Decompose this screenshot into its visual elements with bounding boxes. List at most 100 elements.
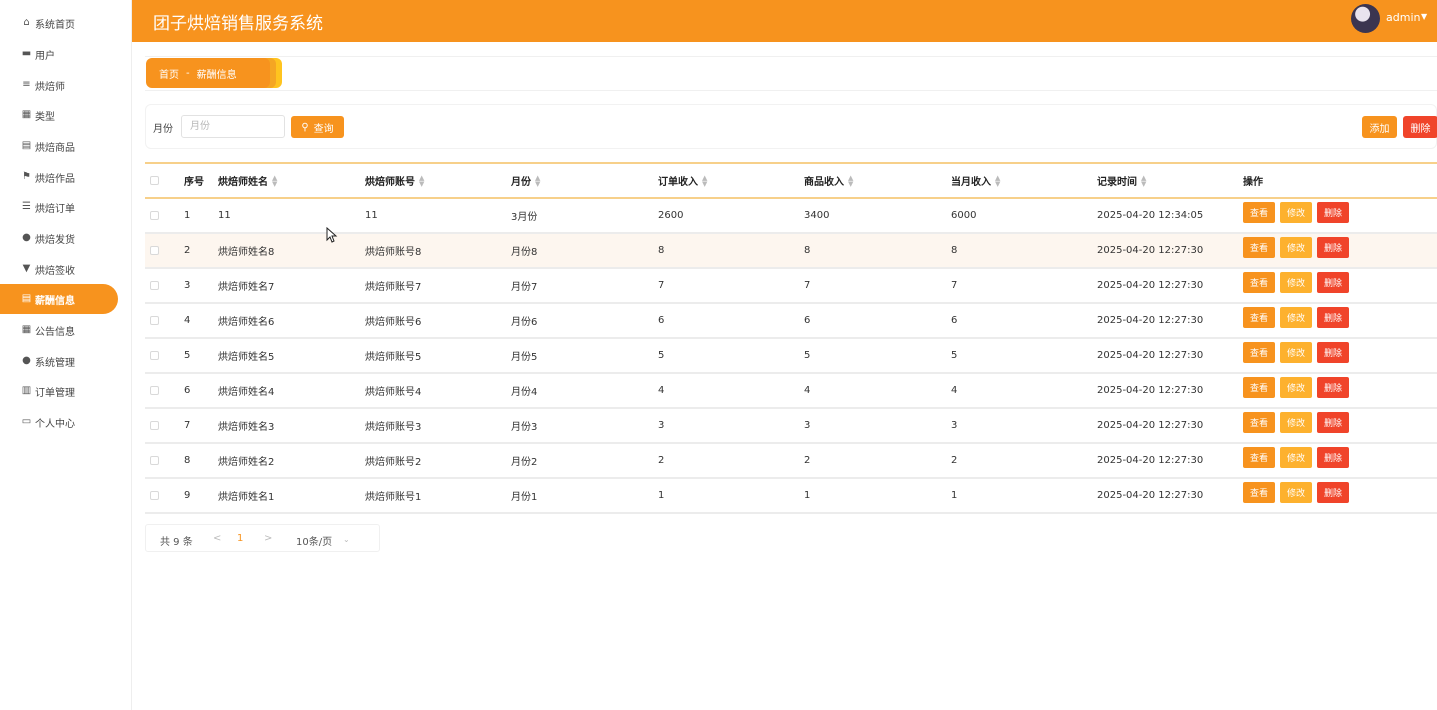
current-page[interactable]: 1 bbox=[237, 533, 243, 544]
view-button[interactable]: 查看 bbox=[1243, 377, 1275, 398]
row-checkbox[interactable] bbox=[150, 281, 159, 290]
next-page-button[interactable]: > bbox=[264, 533, 272, 544]
sidebar-item-5[interactable]: ⚑ 烘焙作品 bbox=[0, 162, 118, 192]
edit-button[interactable]: 修改 bbox=[1280, 377, 1312, 398]
table-cell: 2025-04-20 12:27:30 bbox=[1097, 315, 1204, 326]
row-checkbox[interactable] bbox=[150, 246, 159, 255]
row-checkbox[interactable] bbox=[150, 351, 159, 360]
select-all-checkbox[interactable] bbox=[150, 176, 159, 185]
breadcrumb-home[interactable]: 首页 bbox=[159, 66, 179, 81]
column-header[interactable]: 当月收入 ▲ ▼ bbox=[951, 164, 1000, 197]
table-cell: 月份3 bbox=[511, 422, 538, 433]
column-header[interactable]: 烘焙师姓名 ▲ ▼ bbox=[218, 164, 277, 197]
delete-button[interactable]: 删除 bbox=[1317, 342, 1349, 363]
table-cell: 5 bbox=[184, 350, 191, 361]
edit-button[interactable]: 修改 bbox=[1280, 202, 1312, 223]
sidebar-item-7[interactable]: ● 烘焙发货 bbox=[0, 223, 118, 253]
grid-icon: ▦ bbox=[21, 109, 32, 120]
add-button[interactable]: 添加 bbox=[1362, 116, 1397, 138]
table-row[interactable]: 8 烘焙师姓名2 烘焙师账号2 月份2 2 2 2 2025-04-20 12:27:30 查看… bbox=[145, 444, 1437, 479]
edit-button[interactable]: 修改 bbox=[1280, 237, 1312, 258]
table-row[interactable]: 4 烘焙师姓名6 烘焙师账号6 月份6 6 6 6 2025-04-20 12:27:30 查看… bbox=[145, 304, 1437, 339]
sort-icon[interactable]: ▲ ▼ bbox=[995, 174, 1000, 187]
sort-icon[interactable]: ▲ ▼ bbox=[535, 174, 540, 187]
sidebar-item-6[interactable]: ☰ 烘焙订单 bbox=[0, 192, 118, 222]
table-cell: 3 bbox=[951, 420, 958, 431]
sidebar-item-1[interactable]: ▬ 用户 bbox=[0, 39, 118, 69]
chevron-down-icon[interactable]: ▼ bbox=[1421, 12, 1427, 21]
row-checkbox[interactable] bbox=[150, 491, 159, 500]
column-header[interactable]: 记录时间 ▲ ▼ bbox=[1097, 164, 1146, 197]
view-button[interactable]: 查看 bbox=[1243, 342, 1275, 363]
column-header-label: 操作 bbox=[1243, 177, 1263, 188]
view-button[interactable]: 查看 bbox=[1243, 447, 1275, 468]
table-row[interactable]: 7 烘焙师姓名3 烘焙师账号3 月份3 3 3 3 2025-04-20 12:27:30 查看… bbox=[145, 409, 1437, 444]
user-name[interactable]: admin bbox=[1386, 11, 1420, 24]
row-checkbox[interactable] bbox=[150, 211, 159, 220]
edit-button[interactable]: 修改 bbox=[1280, 342, 1312, 363]
sort-icon[interactable]: ▲ ▼ bbox=[272, 174, 277, 187]
sidebar-item-8[interactable]: ▼ 烘焙签收 bbox=[0, 254, 118, 284]
sidebar-item-2[interactable]: ≡ 烘焙师 bbox=[0, 70, 118, 100]
edit-button[interactable]: 修改 bbox=[1280, 412, 1312, 433]
delete-button[interactable]: 删除 bbox=[1317, 412, 1349, 433]
table-row[interactable]: 2 烘焙师姓名8 烘焙师账号8 月份8 8 8 8 2025-04-20 12:27:30 查看… bbox=[145, 234, 1437, 269]
edit-button[interactable]: 修改 bbox=[1280, 307, 1312, 328]
avatar[interactable] bbox=[1351, 4, 1380, 33]
delete-button[interactable]: 删除 bbox=[1317, 482, 1349, 503]
sidebar-item-3[interactable]: ▦ 类型 bbox=[0, 100, 118, 130]
delete-button[interactable]: 删除 bbox=[1317, 307, 1349, 328]
sidebar-item-4[interactable]: ▤ 烘焙商品 bbox=[0, 131, 118, 161]
column-header[interactable]: 订单收入 ▲ ▼ bbox=[658, 164, 707, 197]
column-header-label: 记录时间 bbox=[1097, 177, 1137, 188]
view-button[interactable]: 查看 bbox=[1243, 202, 1275, 223]
view-button[interactable]: 查看 bbox=[1243, 412, 1275, 433]
table-row[interactable]: 5 烘焙师姓名5 烘焙师账号5 月份5 5 5 5 2025-04-20 12:27:30 查看… bbox=[145, 339, 1437, 374]
sidebar-item-13[interactable]: ▭ 个人中心 bbox=[0, 407, 118, 437]
sort-icon[interactable]: ▲ ▼ bbox=[1141, 174, 1146, 187]
sort-icon[interactable]: ▲ ▼ bbox=[419, 174, 424, 187]
sidebar-item-10[interactable]: ▦ 公告信息 bbox=[0, 315, 118, 345]
table-row[interactable]: 9 烘焙师姓名1 烘焙师账号1 月份1 1 1 1 2025-04-20 12:27:30 查看… bbox=[145, 479, 1437, 514]
row-checkbox[interactable] bbox=[150, 386, 159, 395]
edit-button[interactable]: 修改 bbox=[1280, 482, 1312, 503]
month-search-input[interactable] bbox=[181, 115, 285, 138]
sidebar-item-label: 个人中心 bbox=[35, 418, 75, 430]
table-cell: 烘焙师姓名1 bbox=[218, 492, 275, 503]
sidebar-item-label: 烘焙师 bbox=[35, 81, 65, 93]
chevron-down-icon[interactable]: ⌄ bbox=[343, 535, 350, 544]
view-button[interactable]: 查看 bbox=[1243, 272, 1275, 293]
table-row[interactable]: 3 烘焙师姓名7 烘焙师账号7 月份7 7 7 7 2025-04-20 12:27:30 查看… bbox=[145, 269, 1437, 304]
column-header[interactable]: 烘焙师账号 ▲ ▼ bbox=[365, 164, 424, 197]
row-checkbox[interactable] bbox=[150, 421, 159, 430]
delete-button[interactable]: 删除 bbox=[1317, 377, 1349, 398]
delete-button[interactable]: 删除 bbox=[1317, 237, 1349, 258]
prev-page-button[interactable]: < bbox=[213, 533, 221, 544]
view-button[interactable]: 查看 bbox=[1243, 237, 1275, 258]
row-checkbox[interactable] bbox=[150, 456, 159, 465]
sidebar-item-9[interactable]: ▤ 薪酬信息 bbox=[0, 284, 118, 314]
row-checkbox[interactable] bbox=[150, 316, 159, 325]
batch-delete-button[interactable]: 删除 bbox=[1403, 116, 1437, 138]
table-cell: 烘焙师账号7 bbox=[365, 282, 422, 293]
sidebar-item-0[interactable]: ⌂ 系统首页 bbox=[0, 8, 118, 38]
table-cell: 7 bbox=[184, 420, 191, 431]
edit-button[interactable]: 修改 bbox=[1280, 447, 1312, 468]
grid-icon: ▦ bbox=[21, 324, 32, 335]
column-header[interactable]: 月份 ▲ ▼ bbox=[511, 164, 540, 197]
edit-button[interactable]: 修改 bbox=[1280, 272, 1312, 293]
delete-button[interactable]: 删除 bbox=[1317, 202, 1349, 223]
column-header[interactable]: 商品收入 ▲ ▼ bbox=[804, 164, 853, 197]
table-row[interactable]: 1 11 11 3月份 2600 3400 6000 2025-04-20 12:34:05 查… bbox=[145, 199, 1437, 234]
page-size-select[interactable]: 10条/页 bbox=[296, 533, 332, 548]
delete-button[interactable]: 删除 bbox=[1317, 447, 1349, 468]
sort-icon[interactable]: ▲ ▼ bbox=[848, 174, 853, 187]
table-row[interactable]: 6 烘焙师姓名4 烘焙师账号4 月份4 4 4 4 2025-04-20 12:27:30 查看… bbox=[145, 374, 1437, 409]
view-button[interactable]: 查看 bbox=[1243, 482, 1275, 503]
view-button[interactable]: 查看 bbox=[1243, 307, 1275, 328]
sidebar-item-11[interactable]: ● 系统管理 bbox=[0, 346, 118, 376]
delete-button[interactable]: 删除 bbox=[1317, 272, 1349, 293]
sidebar-item-12[interactable]: ▥ 订单管理 bbox=[0, 376, 118, 406]
query-button[interactable]: ⚲ 查询 bbox=[291, 116, 344, 138]
sort-icon[interactable]: ▲ ▼ bbox=[702, 174, 707, 187]
